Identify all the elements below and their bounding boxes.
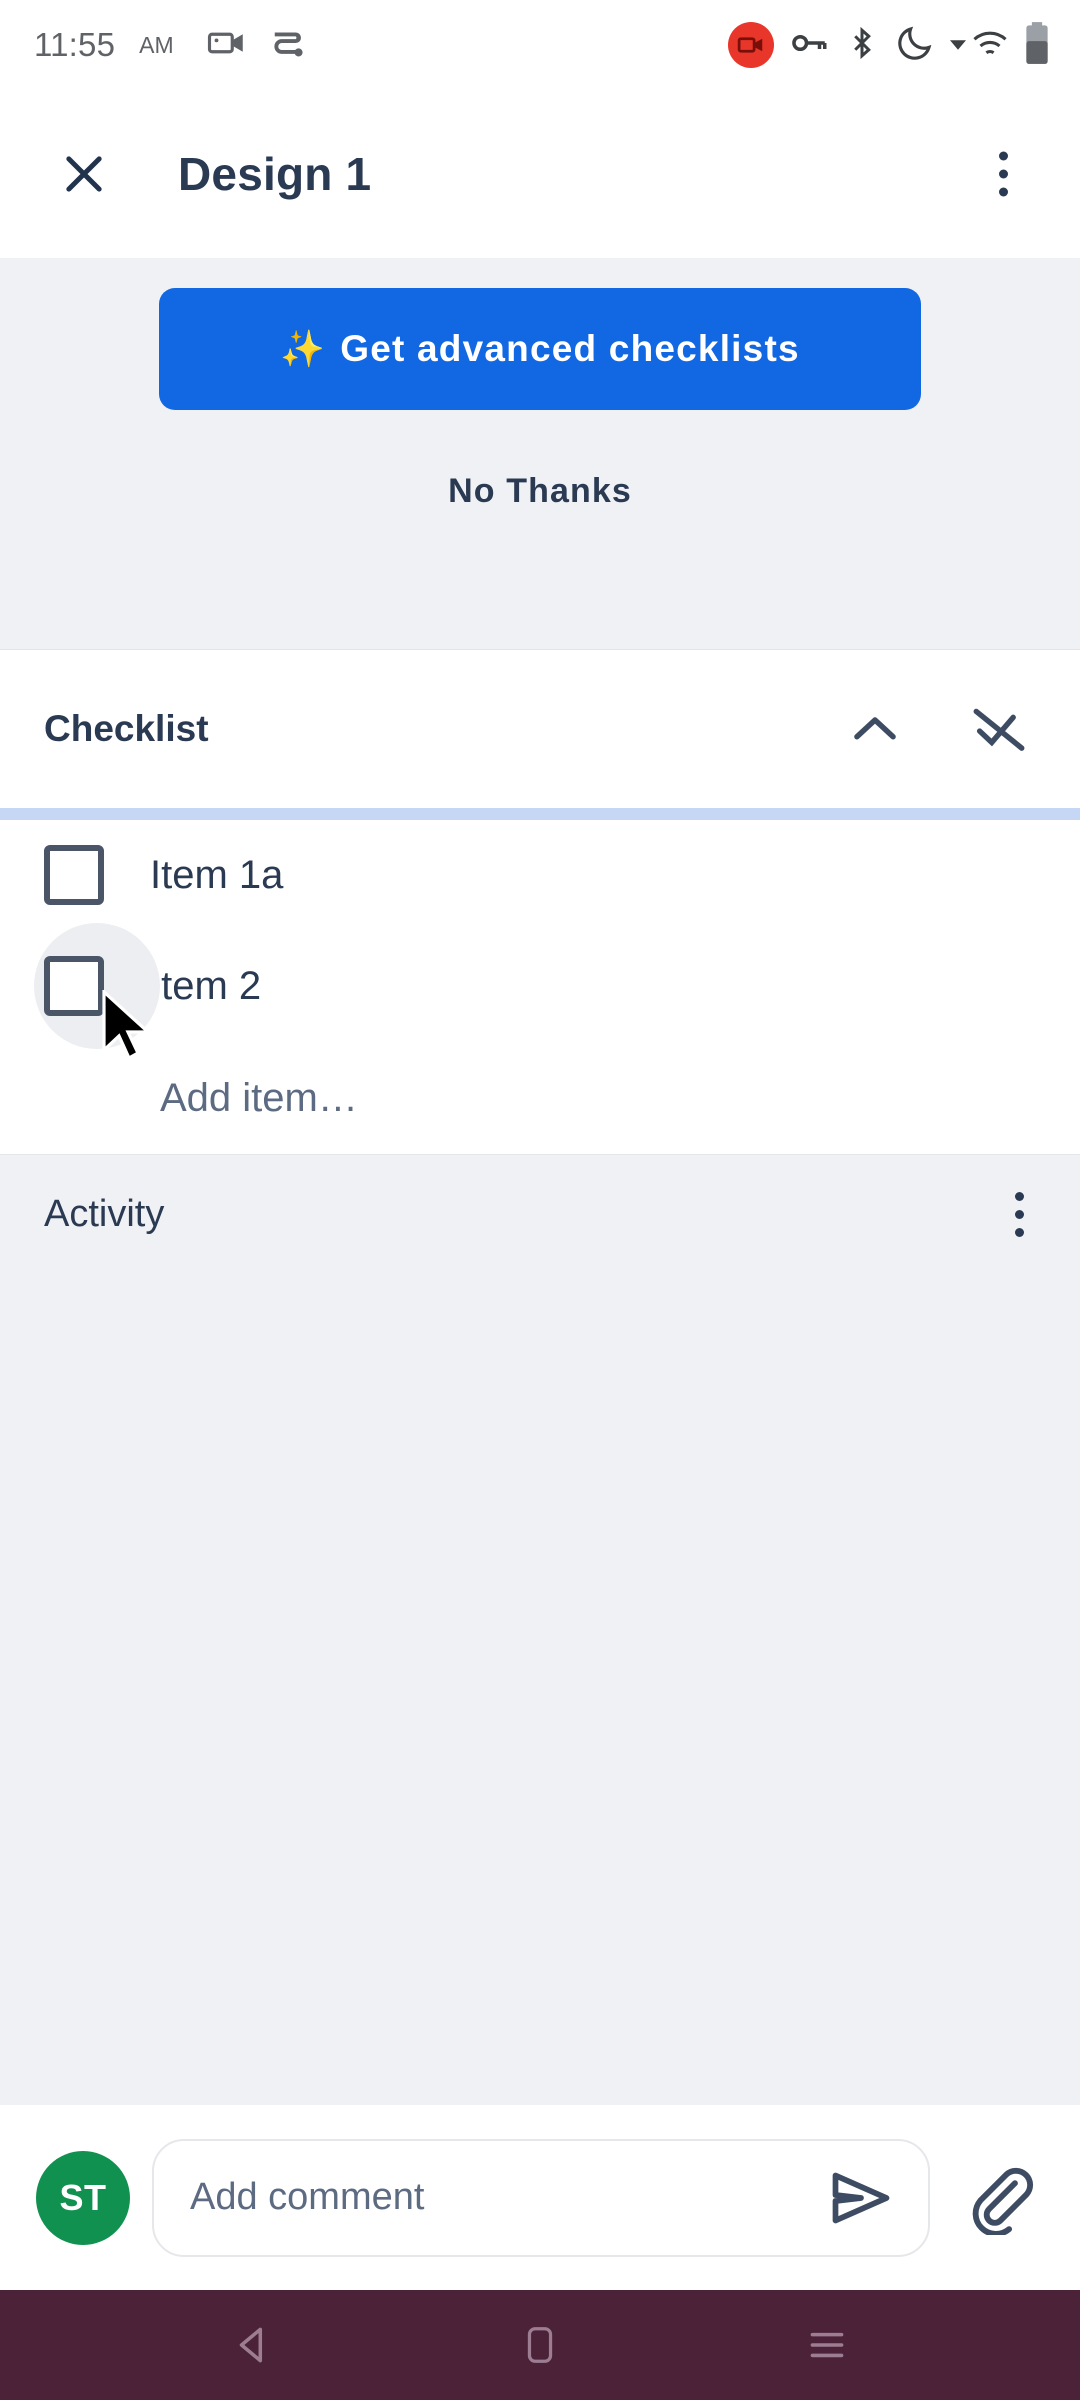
checkbox-icon[interactable] xyxy=(44,845,104,905)
checklist-title: Checklist xyxy=(44,708,209,749)
close-icon[interactable] xyxy=(52,142,116,206)
screen-record-icon xyxy=(206,22,248,69)
status-bar-left: 11:55 AM xyxy=(34,22,308,69)
nav-recents-icon[interactable] xyxy=(767,2290,887,2400)
checklist-item-2[interactable]: Item 2 xyxy=(0,923,1080,1061)
hide-checked-items-icon[interactable] xyxy=(962,692,1036,766)
checklist-header-actions xyxy=(838,692,1036,766)
status-bar-ampm: AM xyxy=(139,31,174,58)
checklist-item-label: Item 2 xyxy=(150,963,262,1008)
get-advanced-checklists-button[interactable]: ✨ Get advanced checklists xyxy=(159,288,921,410)
sparkle-icon: ✨ xyxy=(280,328,327,369)
promo-cta-label: Get advanced checklists xyxy=(340,328,800,369)
activity-title: Activity xyxy=(44,1192,165,1235)
activity-section: Activity xyxy=(0,1154,1080,2105)
phone-screen: 11:55 AM Design 1 ✨ Get advanced checkli… xyxy=(0,0,1080,2400)
app-bar: Design 1 xyxy=(0,90,1080,258)
nav-back-icon[interactable] xyxy=(193,2290,313,2400)
status-bar-right xyxy=(728,0,1050,90)
bluetooth-icon xyxy=(844,22,880,69)
comment-bar: ST Add comment xyxy=(0,2105,1080,2290)
avatar[interactable]: ST xyxy=(36,2150,130,2245)
activity-overflow-icon[interactable] xyxy=(1003,1180,1036,1249)
send-icon[interactable] xyxy=(818,2155,904,2241)
promo-banner: ✨ Get advanced checklists No Thanks xyxy=(0,258,1080,650)
paperclip-icon[interactable] xyxy=(952,2152,1044,2244)
data-saver-icon xyxy=(266,22,308,69)
app-bar-overflow-icon[interactable] xyxy=(989,142,1018,207)
checklist-progress-divider xyxy=(0,808,1080,820)
page-title: Design 1 xyxy=(178,148,372,200)
checklist-header: Checklist xyxy=(0,650,1080,808)
checklist-item-label: Item 1a xyxy=(150,852,284,897)
comment-input[interactable]: Add comment xyxy=(152,2138,930,2257)
system-nav-bar xyxy=(0,2290,1080,2400)
checkbox-icon[interactable] xyxy=(44,956,104,1016)
recording-badge-icon xyxy=(728,22,774,68)
vpn-key-icon xyxy=(788,22,830,69)
activity-header: Activity xyxy=(0,1155,1080,1273)
do-not-disturb-icon xyxy=(894,22,936,69)
no-thanks-button[interactable]: No Thanks xyxy=(448,472,632,511)
status-bar: 11:55 AM xyxy=(0,0,1080,90)
checklist-items: Item 1a Item 2 Add item… xyxy=(0,820,1080,1154)
add-item-input[interactable]: Add item… xyxy=(0,1042,1080,1154)
comment-placeholder: Add comment xyxy=(190,2176,425,2218)
wifi-icon xyxy=(950,27,1010,63)
status-bar-clock: 11:55 xyxy=(34,26,116,63)
battery-icon xyxy=(1024,21,1050,70)
chevron-up-icon[interactable] xyxy=(838,692,912,766)
checklist-item-1[interactable]: Item 1a xyxy=(0,820,1080,930)
activity-empty-area xyxy=(0,1273,1080,2105)
nav-home-icon[interactable] xyxy=(480,2290,600,2400)
